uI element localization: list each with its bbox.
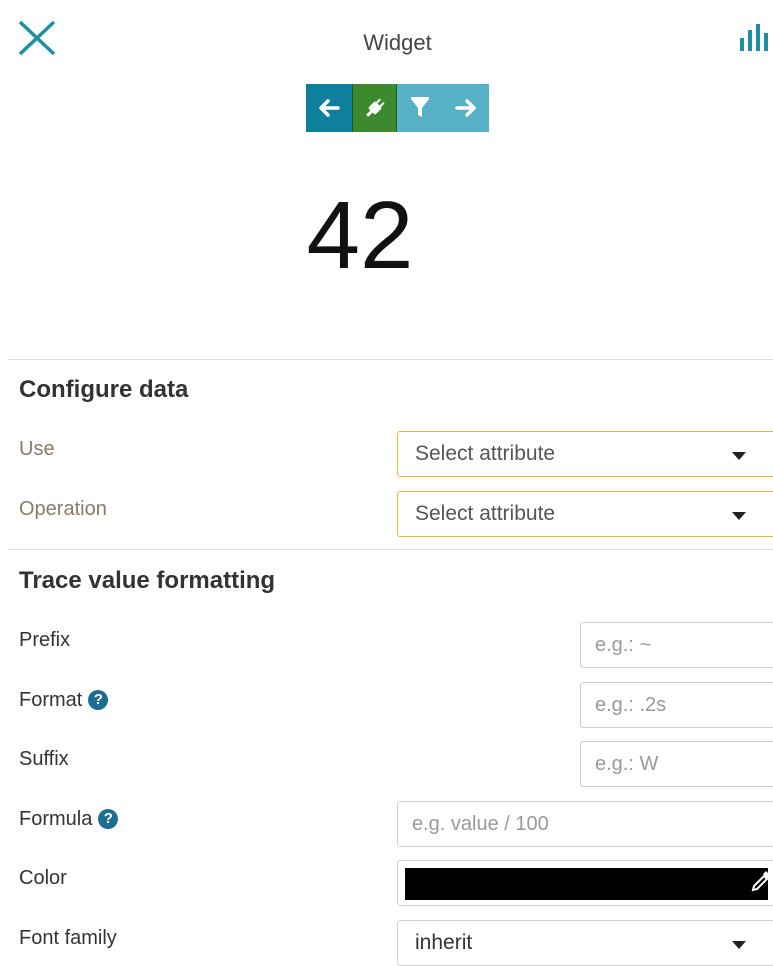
format-label: Format [19, 689, 83, 711]
arrow-left-icon [319, 99, 340, 117]
format-label-row: Format? [19, 689, 109, 712]
configure-data-heading: Configure data [19, 376, 189, 403]
help-icon[interactable]: ? [88, 690, 109, 710]
formula-label-row: Formula? [19, 808, 119, 831]
widget-toolbar [306, 84, 489, 132]
formula-label: Formula [19, 808, 93, 830]
font-family-select-value: inherit [415, 931, 473, 954]
format-input[interactable] [580, 682, 773, 728]
font-family-select[interactable]: inherit [397, 920, 773, 966]
next-button[interactable] [442, 84, 489, 132]
filter-button[interactable] [397, 84, 442, 132]
divider [8, 359, 773, 360]
use-select-value: Select attribute [415, 442, 556, 465]
color-label: Color [19, 867, 67, 889]
eyedropper-icon[interactable] [748, 867, 773, 895]
arrow-right-icon [454, 99, 476, 117]
chevron-down-icon [732, 941, 746, 949]
use-label: Use [19, 438, 55, 460]
formula-input[interactable] [397, 801, 773, 847]
operation-label: Operation [19, 498, 107, 520]
operation-select[interactable]: Select attribute [397, 491, 773, 537]
chevron-down-icon [732, 512, 746, 520]
help-icon[interactable]: ? [98, 809, 119, 829]
trace-formatting-heading: Trace value formatting [19, 567, 276, 594]
color-picker[interactable] [397, 860, 773, 906]
chart-type-button[interactable] [738, 24, 773, 52]
plug-icon [365, 98, 385, 117]
back-button[interactable] [306, 84, 352, 132]
data-source-button[interactable] [352, 84, 397, 132]
widget-value: 42 [306, 182, 414, 289]
divider [8, 549, 773, 550]
operation-select-value: Select attribute [415, 502, 556, 525]
chevron-down-icon [732, 452, 746, 460]
color-swatch [405, 868, 768, 900]
suffix-label: Suffix [19, 748, 69, 770]
font-family-label: Font family [19, 927, 117, 949]
suffix-input[interactable] [580, 741, 773, 787]
page-title: Widget [363, 30, 432, 55]
prefix-label: Prefix [19, 629, 71, 651]
prefix-input[interactable] [580, 622, 773, 668]
bar-chart-icon [740, 24, 768, 51]
filter-icon [410, 97, 429, 117]
use-select[interactable]: Select attribute [397, 431, 773, 477]
